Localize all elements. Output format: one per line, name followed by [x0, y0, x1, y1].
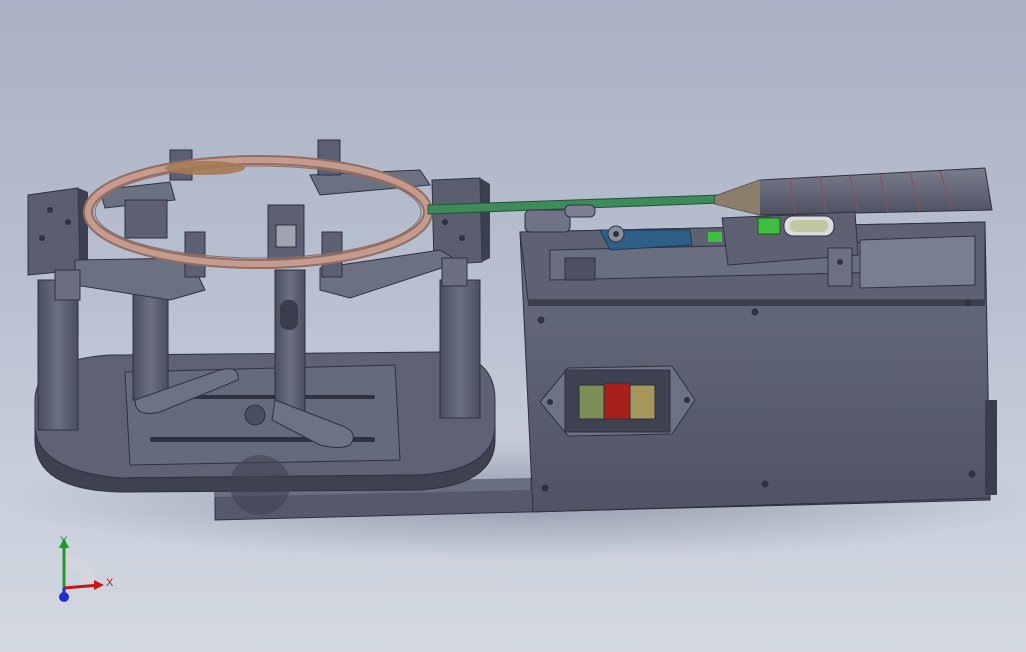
y-axis-label: Y	[60, 535, 68, 547]
control-box[interactable]	[519, 221, 997, 513]
racket-handle-grip[interactable]	[714, 167, 993, 216]
orientation-triad[interactable]: Y X	[40, 530, 130, 610]
x-axis-label: X	[106, 577, 114, 589]
switch-yellow[interactable]	[629, 384, 656, 420]
switch-panel[interactable]	[539, 365, 696, 437]
switch-green[interactable]	[578, 384, 605, 420]
switch-red[interactable]	[603, 382, 631, 420]
triad-arc	[63, 554, 95, 586]
3d-viewport[interactable]: Y X	[0, 0, 1026, 652]
stringing-machine-model[interactable]	[0, 0, 1026, 652]
racket-frame-highlight	[165, 161, 245, 175]
x-axis-head	[94, 580, 104, 590]
